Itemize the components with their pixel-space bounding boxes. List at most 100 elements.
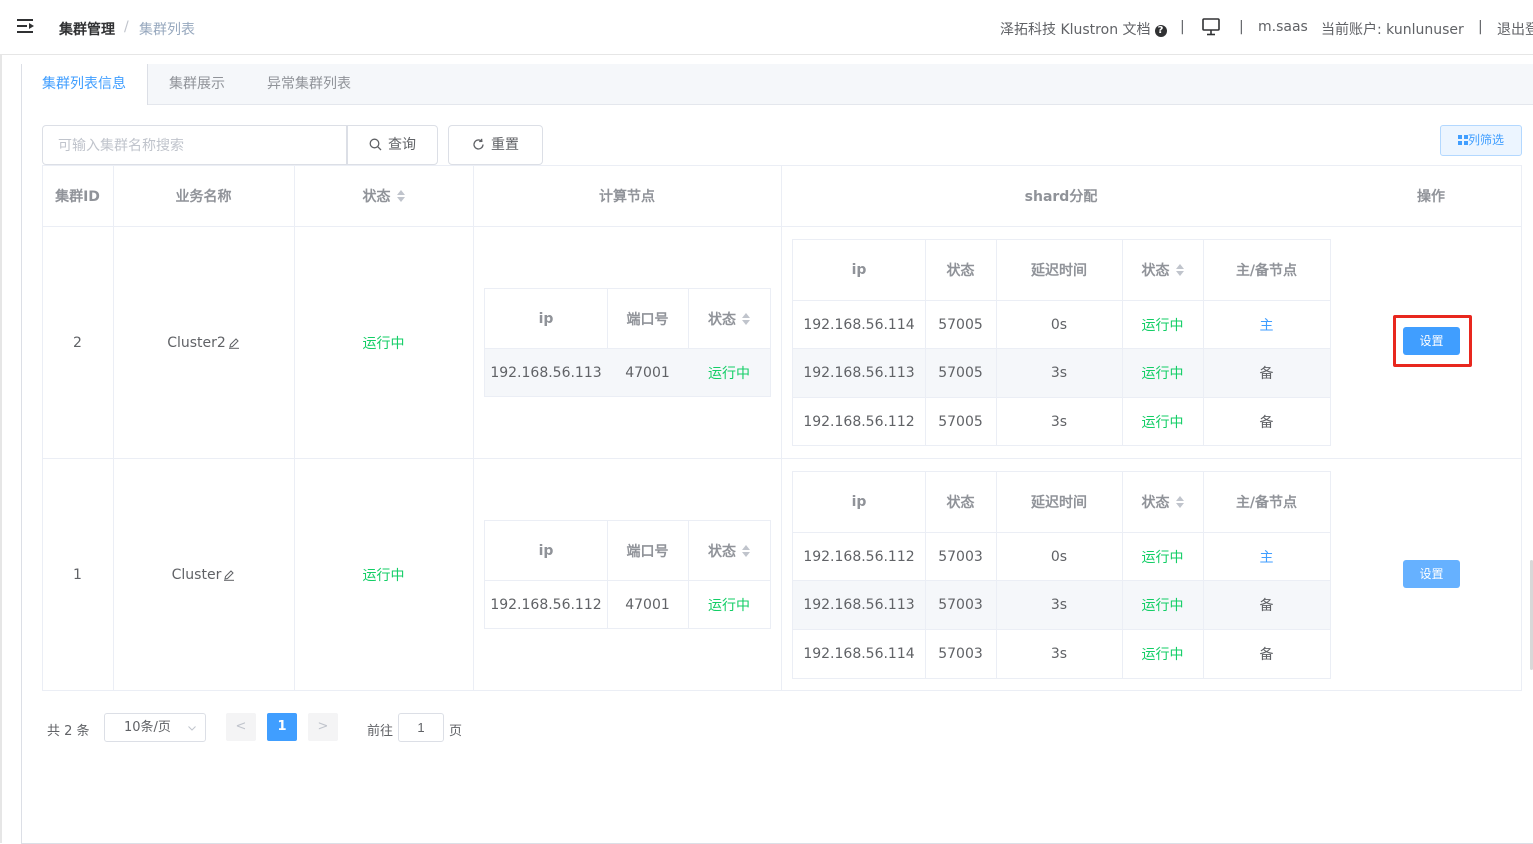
docs-link[interactable]: 泽拓科技 Klustron 文档? — [1000, 19, 1167, 39]
compute-node-table: ip 端口号 状态 192.168.56.113 47001 运行中 — [484, 288, 771, 397]
compute-header-status-label: 状态 — [708, 543, 736, 560]
cluster-status: 运行中 — [362, 567, 405, 584]
shard-status: 运行中 — [1141, 549, 1184, 566]
shard-status: 运行中 — [1141, 366, 1184, 382]
compute-header-ip: ip — [538, 310, 554, 327]
breadcrumb-cluster-management[interactable]: 集群管理 — [59, 19, 115, 39]
goto-label: 前往 — [367, 724, 394, 739]
shard-ip: 192.168.56.114 — [803, 646, 915, 662]
cluster-name-search-input[interactable] — [42, 125, 347, 165]
edit-icon[interactable] — [228, 337, 240, 349]
breadcrumb-cluster-list: 集群列表 — [139, 22, 195, 38]
sort-icon[interactable] — [1175, 496, 1184, 508]
sort-icon[interactable] — [742, 544, 750, 557]
page-size-select[interactable]: 10条/页 — [104, 713, 206, 742]
logout-link[interactable]: 退出登 — [1497, 19, 1533, 39]
compute-ip: 192.168.56.112 — [490, 596, 602, 613]
column-header-shard: shard分配 — [1024, 189, 1098, 205]
tenant-name[interactable]: m.saas — [1258, 19, 1308, 35]
shard-header-status-label: 状态 — [1141, 263, 1170, 279]
column-header-cluster-id: 集群ID — [55, 189, 100, 205]
help-icon: ? — [1154, 25, 1167, 37]
column-header-business-name: 业务名称 — [175, 189, 232, 205]
sort-icon[interactable] — [742, 312, 750, 325]
shard-header-status[interactable]: 状态 — [1122, 240, 1203, 300]
cluster-id: 2 — [73, 334, 82, 351]
shard-ip: 192.168.56.113 — [803, 365, 915, 381]
settings-button[interactable]: 设置 — [1403, 560, 1460, 588]
current-account-label: 当前账户: — [1321, 22, 1382, 38]
shard-role: 备 — [1259, 414, 1274, 431]
cluster-status: 运行中 — [362, 335, 405, 352]
compute-node-table: ip 端口号 状态 192.168.56.112 47001 运行中 — [484, 520, 771, 629]
compute-port: 47001 — [625, 364, 670, 381]
top-header: 集群管理 / 集群列表 泽拓科技 Klustron 文档? | | m.saas… — [0, 0, 1533, 55]
shard-delay: 3s — [1050, 597, 1068, 613]
page-number-button[interactable]: 1 — [267, 713, 297, 741]
business-name-label: Cluster2 — [167, 334, 226, 351]
compute-header-status-label: 状态 — [708, 311, 736, 328]
column-header-status-label: 状态 — [362, 189, 391, 205]
menu-toggle-icon[interactable] — [17, 19, 35, 33]
tab-bar: 集群列表信息 集群展示 异常集群列表 — [21, 64, 1533, 105]
business-name: Cluster2 — [113, 227, 294, 458]
shard-header-ip: ip — [851, 262, 867, 278]
shard-header-role: 主/备节点 — [1235, 495, 1298, 511]
shard-ip: 192.168.56.112 — [803, 413, 915, 430]
shard-header-status-label: 状态 — [1141, 495, 1170, 511]
compute-status: 运行中 — [708, 597, 750, 614]
tab-cluster-display[interactable]: 集群展示 — [149, 64, 245, 104]
shard-delay: 0s — [1050, 316, 1068, 333]
cluster-id: 1 — [73, 566, 82, 583]
compute-port: 47001 — [625, 596, 670, 613]
query-button[interactable]: 查询 — [347, 125, 438, 165]
shard-role: 备 — [1259, 366, 1274, 382]
compute-header-port: 端口号 — [626, 311, 669, 328]
column-filter-button[interactable]: 列筛选 — [1440, 125, 1522, 156]
compute-ip: 192.168.56.113 — [490, 364, 602, 381]
shard-header-delay: 延迟时间 — [1031, 495, 1087, 511]
shard-role: 备 — [1259, 647, 1274, 663]
search-icon — [369, 138, 382, 151]
chevron-down-icon — [188, 726, 196, 731]
shard-header-role: 主/备节点 — [1235, 263, 1298, 279]
shard-status: 运行中 — [1141, 598, 1184, 614]
business-name-label: Cluster — [171, 566, 222, 583]
query-button-label: 查询 — [388, 137, 416, 153]
sort-icon[interactable] — [396, 190, 405, 202]
reset-button[interactable]: 重置 — [448, 125, 543, 165]
next-page-button[interactable]: > — [308, 713, 338, 741]
tab-cluster-list-info[interactable]: 集群列表信息 — [21, 64, 148, 105]
header-separator: | — [1180, 19, 1185, 35]
column-header-status[interactable]: 状态 — [294, 166, 473, 226]
shard-port: 57005 — [938, 316, 983, 333]
shard-role: 主 — [1259, 317, 1274, 334]
header-separator: | — [1478, 19, 1483, 35]
sort-icon[interactable] — [1175, 264, 1184, 276]
shard-port: 57005 — [938, 365, 983, 381]
shard-header-status[interactable]: 状态 — [1122, 472, 1203, 532]
column-header-actions: 操作 — [1417, 189, 1445, 205]
compute-header-status[interactable]: 状态 — [688, 289, 770, 348]
compute-header-status[interactable]: 状态 — [688, 521, 770, 580]
refresh-icon — [473, 138, 484, 150]
tab-abnormal-clusters[interactable]: 异常集群列表 — [247, 64, 371, 104]
shard-delay: 3s — [1050, 646, 1068, 662]
shard-status: 运行中 — [1141, 647, 1184, 663]
shard-header-ip: ip — [851, 494, 867, 510]
business-name: Cluster — [113, 459, 294, 690]
current-account: 当前账户: kunlunuser — [1321, 19, 1464, 39]
shard-role: 备 — [1259, 598, 1274, 614]
shard-status: 运行中 — [1141, 414, 1184, 431]
highlight-box — [1393, 315, 1472, 367]
shard-ip: 192.168.56.113 — [803, 597, 915, 613]
prev-page-button[interactable]: < — [226, 713, 256, 741]
shard-port: 57003 — [938, 646, 983, 662]
shard-header-port-status: 状态 — [946, 263, 975, 279]
shard-delay: 0s — [1050, 548, 1068, 565]
monitor-icon[interactable] — [1201, 17, 1221, 37]
shard-table: ip 状态 延迟时间 状态 主/备节点 192.168.56.114 57005… — [792, 239, 1331, 446]
edit-icon[interactable] — [223, 569, 235, 581]
shard-port: 57003 — [938, 548, 983, 565]
goto-page-input[interactable] — [398, 713, 444, 742]
